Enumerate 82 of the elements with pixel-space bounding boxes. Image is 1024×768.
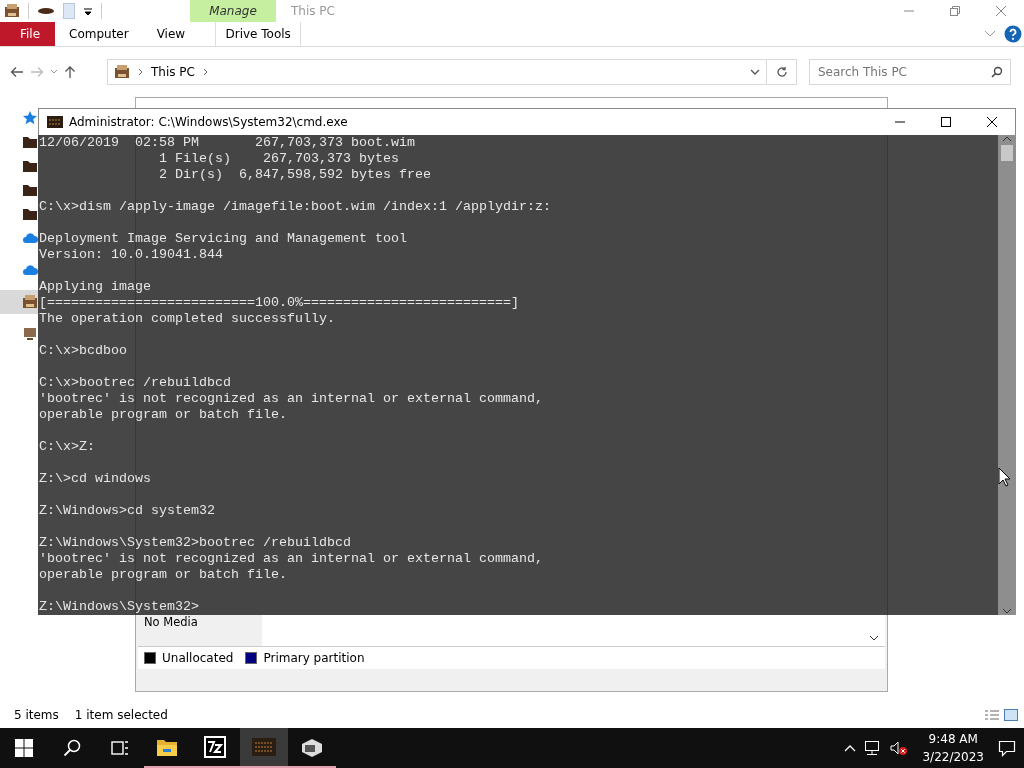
console-line: 1 File(s) 267,703,373 bytes [157,151,399,167]
computer-icon[interactable] [4,3,20,19]
clock-date[interactable]: 3/22/2023 [922,748,984,766]
notification-icon[interactable] [998,739,1016,757]
windows-logo-icon [15,739,33,757]
console-line: 12/06/2019 02:58 PM 267,703,373 boot.wim [39,135,415,151]
console-line: operable program or batch file. [39,407,287,423]
folder-icon [22,206,38,222]
chevron-right-icon[interactable] [202,68,208,76]
dropdown-icon[interactable] [83,6,93,16]
console-line: Version: 10.0.19041.844 [39,247,223,263]
refresh-button[interactable] [767,59,797,85]
console-app-icon [252,736,276,758]
contextual-group-label: Manage [190,0,276,22]
legend-label: Primary partition [263,651,365,665]
selection-count: 1 item selected [74,708,168,722]
scroll-thumb[interactable] [1001,145,1013,161]
drive-icon[interactable] [37,6,55,16]
console-line: Deployment Image Servicing and Management tool [39,231,407,247]
clock-time[interactable]: 9:48 AM [928,730,978,748]
console-line: Z:\>cd windows [39,471,151,487]
close-icon [995,5,1007,17]
refresh-icon [775,66,788,78]
console-line: 'bootrec' is not recognized as an internal or external command, [39,391,543,407]
recent-locations-icon[interactable] [50,69,58,75]
up-arrow-icon[interactable] [64,65,76,79]
restore-icon [949,5,961,17]
folder-icon [22,182,38,198]
console-line: Applying image [39,279,151,295]
search-field[interactable]: Search This PC [809,59,1011,85]
scrollbar[interactable] [998,135,1016,615]
console-line: C:\x>dism /apply-image /imagefile:boot.wim /index:1 /applydir:z: [39,199,551,215]
large-icons-view-icon[interactable] [1004,709,1018,721]
cloud-icon [22,230,38,246]
console-line: Z:\Windows\System32> [39,599,199,615]
chevron-right-icon [138,68,143,76]
close-icon [986,116,998,128]
console-line: 2 Dir(s) 6,847,598,592 bytes free [157,167,431,183]
folder-icon [22,158,38,174]
volume-muted-icon[interactable] [890,740,909,756]
network-icon [22,326,38,342]
breadcrumb-link[interactable]: This PC [151,65,195,79]
ribbon-tab[interactable]: View [142,22,200,46]
console-line: Z:\Windows>cd system32 [39,503,215,519]
help-icon[interactable] [1004,25,1022,43]
scroll-up-icon [1002,135,1012,143]
file-tab[interactable]: File [0,22,55,46]
console-line: 'bootrec' is not recognized as an internal or external command, [39,551,543,567]
console-line: The operation completed successfully. [39,311,335,327]
search-icon[interactable] [991,66,1003,78]
back-arrow-icon[interactable] [10,66,24,78]
legend-label: Unallocated [162,651,234,665]
chevron-up-icon[interactable] [844,744,857,752]
box-app-icon [300,736,324,758]
archive-app-icon [204,736,228,758]
drive-status: No Media [144,615,199,629]
computer-icon [114,64,130,80]
console-line: operable program or batch file. [39,567,287,583]
mouse-pointer-icon [998,467,1010,487]
address-bar[interactable]: This PC [107,59,767,85]
cloud-icon [22,262,38,278]
search-icon [63,739,81,757]
console-app-icon [47,115,63,129]
chevron-down-icon[interactable] [750,69,760,75]
scroll-down-icon[interactable] [869,634,879,642]
console-line: C:\x>bootrec /rebuildbcd [39,375,231,391]
item-count: 5 items [14,708,59,722]
computer-icon [22,294,38,310]
folder-icon [22,134,38,150]
window-title: This PC [291,4,336,18]
console-line: Z:\Windows\System32>bootrec /rebuildbcd [39,535,351,551]
disk-info-panel[interactable]: No Media [138,615,262,646]
taskbar-app-button[interactable] [240,728,288,768]
task-view-icon [111,739,129,757]
console-line: [==========================100.0%==========================] [39,295,519,311]
console-line: C:\x>bcdboo [39,343,127,359]
console-line: C:\x>Z: [39,439,95,455]
scroll-down-icon [1002,607,1012,615]
star-icon [22,110,38,126]
ribbon-tab[interactable]: Computer [55,22,143,46]
maximize-icon [940,116,952,128]
window-title: Administrator: C:\Windows\System32\cmd.exe [69,115,349,129]
